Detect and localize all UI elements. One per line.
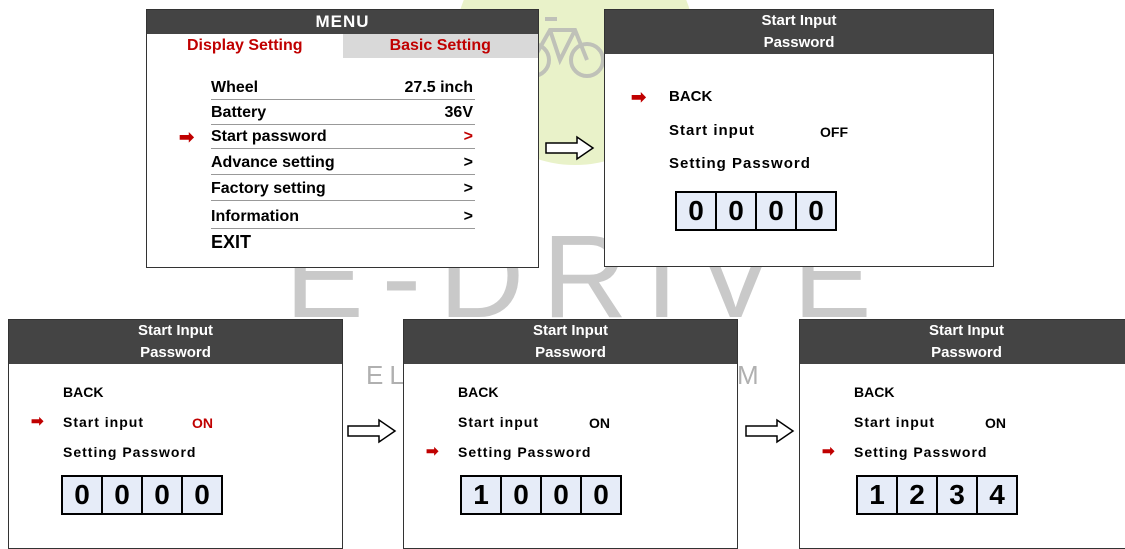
flow-arrow-icon [347,418,397,444]
selector-arrow-icon: ➡ [179,127,195,147]
password-digit: 0 [717,193,757,229]
password-digits[interactable]: 0 0 0 0 [61,475,223,515]
menu-item-advance-setting[interactable]: Advance setting > [211,151,475,175]
panel-header: Start Input Password [800,320,1125,364]
panel-title: Start Input [533,322,608,339]
password-digit: 3 [938,477,978,513]
setting-password-label[interactable]: Setting Password [63,444,196,460]
password-digits[interactable]: 1 0 0 0 [460,475,622,515]
menu-item-value: > [463,208,473,225]
panel-header: Start Input Password [605,10,993,54]
tab-basic-setting[interactable]: Basic Setting [342,34,538,58]
flow-arrow-icon [745,418,795,444]
panel-subtitle: Password [140,344,211,361]
password-digit: 0 [593,479,609,510]
back-option[interactable]: BACK [458,384,498,400]
start-input-label[interactable]: Start input [854,414,935,430]
back-option[interactable]: BACK [854,384,894,400]
password-digits[interactable]: 0 0 0 0 [675,191,837,231]
menu-item-battery[interactable]: Battery 36V [211,101,475,125]
setting-password-label[interactable]: Setting Password [458,444,591,460]
panel-subtitle: Password [535,344,606,361]
password-digit: 0 [103,477,143,513]
password-digit-active: 1 [462,477,502,513]
menu-item-information[interactable]: Information > [211,205,475,229]
menu-item-label: Advance setting [211,154,335,171]
menu-exit[interactable]: EXIT [211,232,251,253]
setting-password-label[interactable]: Setting Password [669,155,811,172]
menu-item-value: > [463,180,473,197]
password-digit: 0 [677,193,717,229]
menu-panel: MENU Display Setting Basic Setting Wheel… [146,9,539,268]
start-input-label[interactable]: Start input [458,414,539,430]
password-digit: 0 [757,193,797,229]
flow-arrow-icon [545,135,595,161]
password-digit: 0 [194,479,210,510]
panel-title: Start Input [929,322,1004,339]
panel-title: Start Input [138,322,213,339]
menu-item-value: 36V [444,104,473,121]
start-input-state: ON [192,415,213,431]
password-digit: 1 [858,477,898,513]
start-password-panel-2: Start Input Password BACK ➡ Start input … [8,319,343,549]
password-digit: 0 [143,477,183,513]
menu-title: MENU [147,10,538,34]
start-input-state: ON [985,415,1006,431]
selector-arrow-icon: ➡ [631,87,647,107]
menu-item-factory-setting[interactable]: Factory setting > [211,177,475,201]
menu-item-wheel[interactable]: Wheel 27.5 inch [211,76,475,100]
menu-item-value: > [463,128,473,145]
panel-header: Start Input Password [9,320,342,364]
back-option[interactable]: BACK [63,384,103,400]
menu-item-label: Factory setting [211,180,326,197]
menu-item-value: > [463,154,473,171]
password-digit: 2 [898,477,938,513]
panel-subtitle: Password [931,344,1002,361]
selector-arrow-icon: ➡ [822,443,835,460]
tab-display-setting[interactable]: Display Setting [147,34,343,58]
watermark-sub-end: M [737,360,759,390]
selector-arrow-icon: ➡ [426,443,439,460]
panel-subtitle: Password [763,34,835,51]
start-input-label[interactable]: Start input [63,414,144,430]
password-digit: 0 [502,477,542,513]
menu-item-label: Start password [211,128,327,145]
password-digit: 0 [542,477,582,513]
password-digit: 0 [808,195,824,226]
password-digit: 0 [63,477,103,513]
menu-item-label: Battery [211,104,267,121]
panel-title: Start Input [761,12,837,29]
start-input-label[interactable]: Start input [669,122,755,139]
panel-header: Start Input Password [404,320,737,364]
start-input-state: ON [589,415,610,431]
back-option[interactable]: BACK [669,88,712,105]
password-digits[interactable]: 1 2 3 4 [856,475,1018,515]
menu-item-label: Wheel [211,79,259,96]
password-digit-active: 4 [989,479,1005,510]
start-input-state: OFF [820,124,848,140]
selector-arrow-icon: ➡ [31,413,44,430]
menu-item-value: 27.5 inch [404,79,473,96]
start-password-panel-3: Start Input Password BACK Start input ON… [403,319,738,549]
menu-item-start-password[interactable]: Start password > [211,125,475,149]
start-password-panel-1: Start Input Password ➡ BACK Start input … [604,9,994,267]
setting-password-label[interactable]: Setting Password [854,444,987,460]
start-password-panel-4: Start Input Password BACK Start input ON… [799,319,1125,549]
menu-item-label: Information [211,208,299,225]
